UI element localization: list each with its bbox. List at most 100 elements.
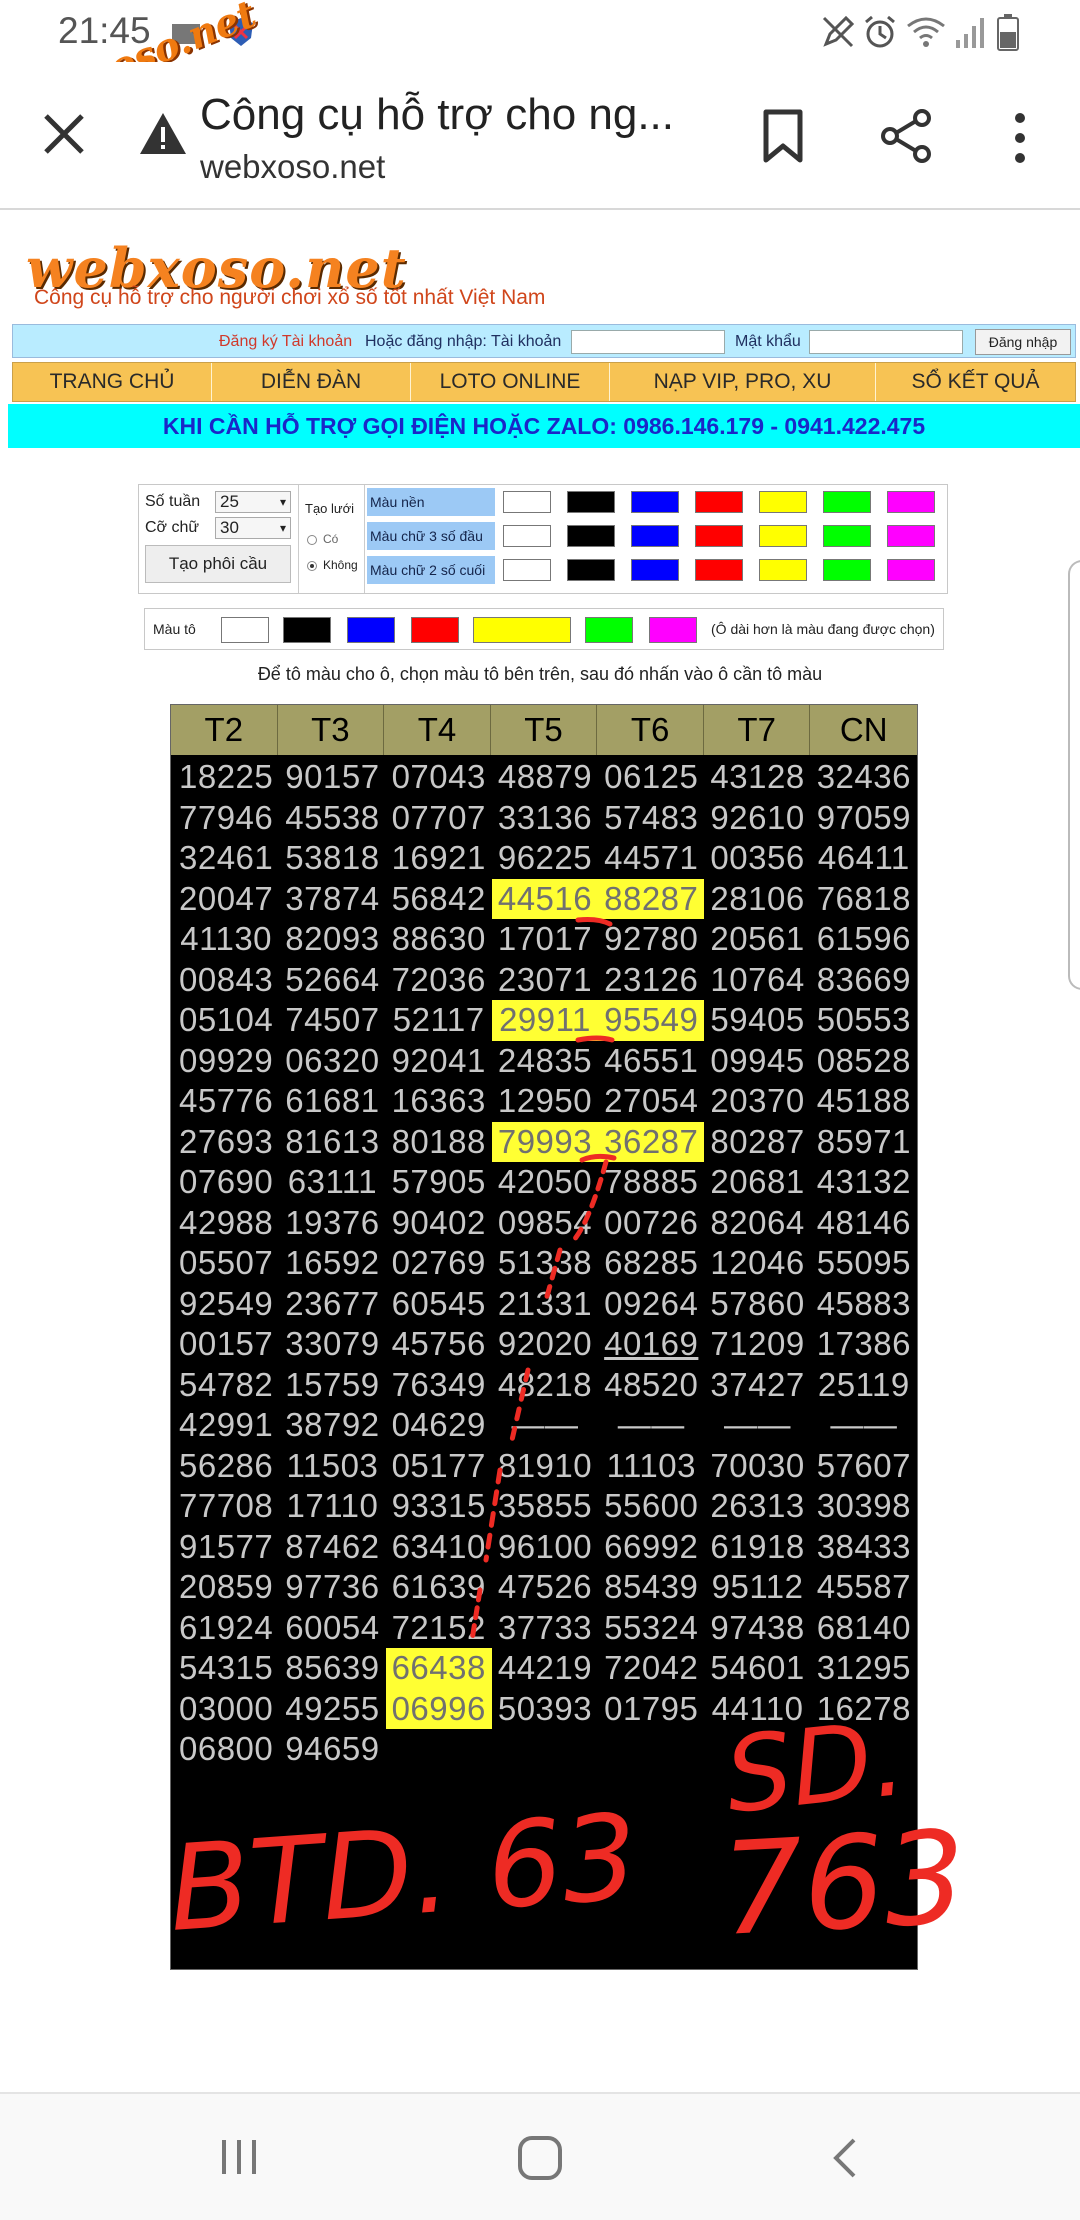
grid-cell[interactable]: 07043 [386,757,492,798]
grid-cell[interactable]: 61639 [386,1567,492,1608]
grid-cell[interactable]: 48146 [811,1203,917,1244]
grid-no-radio[interactable] [307,561,317,571]
grid-cell[interactable]: 23126 [598,960,704,1001]
grid-cell[interactable]: 37733 [492,1608,598,1649]
grid-cell[interactable]: 76818 [811,879,917,920]
grid-cell[interactable]: 72152 [386,1608,492,1649]
paint-green[interactable] [585,617,633,643]
grid-cell[interactable]: 11103 [598,1446,704,1487]
grid-cell[interactable]: 61681 [279,1081,385,1122]
grid-cell[interactable]: 36287 [598,1121,705,1162]
username-input[interactable] [571,330,725,354]
grid-cell[interactable]: 61918 [704,1527,810,1568]
grid-cell[interactable]: 16363 [386,1081,492,1122]
grid-cell[interactable]: 74507 [279,1000,385,1041]
grid-cell[interactable]: 55324 [598,1608,704,1649]
grid-cell[interactable]: 76349 [386,1365,492,1406]
grid-cell[interactable]: 44571 [598,838,704,879]
grid-cell[interactable]: 06800 [173,1729,279,1770]
grid-cell[interactable]: 92041 [386,1041,492,1082]
grid-cell[interactable]: 72042 [598,1648,704,1689]
grid-yes-radio[interactable] [307,535,317,545]
grid-cell[interactable]: 29911 [491,1000,599,1041]
grid-cell[interactable]: 45883 [811,1284,917,1325]
nav-topup[interactable]: NẠP VIP, PRO, XU [610,363,876,401]
grid-cell[interactable]: 37874 [279,879,385,920]
grid-cell[interactable]: 38792 [279,1405,385,1446]
grid-cell[interactable]: 88287 [598,878,705,919]
grid-cell[interactable]: 19376 [279,1203,385,1244]
grid-cell[interactable]: 52117 [386,1000,492,1041]
grid-cell[interactable]: 32461 [173,838,279,879]
grid-cell[interactable]: 12950 [492,1081,598,1122]
grid-cell[interactable]: 16592 [279,1243,385,1284]
grid-cell[interactable]: 07707 [386,798,492,839]
grid-cell[interactable]: 60054 [279,1608,385,1649]
grid-cell[interactable]: 57483 [598,798,704,839]
grid-cell[interactable]: 09929 [173,1041,279,1082]
grid-cell[interactable]: 06996 [385,1688,492,1729]
grid-cell[interactable]: 83669 [811,960,917,1001]
grid-cell[interactable]: 68285 [598,1243,704,1284]
grid-cell[interactable]: 32436 [811,757,917,798]
grid-cell[interactable]: 09264 [598,1284,704,1325]
grid-cell[interactable]: 43128 [704,757,810,798]
swatch-magenta[interactable] [887,525,935,547]
grid-cell[interactable]: 17017 [492,919,598,960]
grid-cell[interactable]: 07690 [173,1162,279,1203]
grid-cell[interactable]: 48520 [598,1365,704,1406]
grid-cell[interactable]: 11503 [279,1446,385,1487]
grid-cell[interactable]: 63410 [386,1527,492,1568]
grid-cell[interactable]: 59405 [704,1000,810,1041]
grid-cell[interactable]: 97059 [811,798,917,839]
password-input[interactable] [809,330,963,354]
grid-cell[interactable]: 20370 [704,1081,810,1122]
grid-cell[interactable]: 57905 [386,1162,492,1203]
grid-cell[interactable]: 92610 [704,798,810,839]
grid-cell[interactable]: 40169 [598,1324,704,1365]
grid-cell[interactable]: 72036 [386,960,492,1001]
grid-cell[interactable]: 20681 [704,1162,810,1203]
grid-cell[interactable]: 68140 [811,1608,917,1649]
grid-cell[interactable]: 91577 [173,1527,279,1568]
login-button[interactable]: Đăng nhập [975,329,1071,355]
grid-cell[interactable]: 55600 [598,1486,704,1527]
grid-cell[interactable]: 88630 [386,919,492,960]
home-icon[interactable] [516,2134,564,2187]
grid-cell[interactable]: 48879 [492,757,598,798]
grid-cell[interactable]: 63111 [279,1162,385,1203]
grid-cell[interactable]: 92780 [598,919,704,960]
grid-cell[interactable]: 06320 [279,1041,385,1082]
grid-cell[interactable]: 30398 [811,1486,917,1527]
grid-cell[interactable]: 56286 [173,1446,279,1487]
grid-cell[interactable]: 27693 [173,1122,279,1163]
grid-cell[interactable]: 16278 [811,1689,917,1730]
grid-cell[interactable]: 92020 [492,1324,598,1365]
grid-cell[interactable]: 38433 [811,1527,917,1568]
grid-cell[interactable]: 06125 [598,757,704,798]
swatch-yellow[interactable] [759,491,807,513]
paint-white[interactable] [221,617,269,643]
grid-cell[interactable]: 49255 [279,1689,385,1730]
grid-cell[interactable]: 92549 [173,1284,279,1325]
grid-cell[interactable]: 43132 [811,1162,917,1203]
grid-cell[interactable]: 46551 [598,1041,704,1082]
grid-cell[interactable]: 25119 [811,1365,917,1406]
grid-cell[interactable]: 31295 [811,1648,917,1689]
grid-cell[interactable]: 33079 [279,1324,385,1365]
grid-cell[interactable]: 85971 [811,1122,917,1163]
grid-cell[interactable]: 45776 [173,1081,279,1122]
swatch-magenta[interactable] [887,559,935,581]
paint-black[interactable] [283,617,331,643]
grid-cell[interactable]: 57607 [811,1446,917,1487]
grid-cell[interactable]: 27054 [598,1081,704,1122]
grid-cell[interactable]: 44516 [491,878,599,919]
grid-cell[interactable]: 96225 [492,838,598,879]
swatch-yellow[interactable] [759,525,807,547]
recent-apps-icon[interactable] [216,2134,262,2185]
paint-yellow-selected[interactable] [473,617,571,643]
grid-cell[interactable]: 82064 [704,1203,810,1244]
grid-cell[interactable]: 44110 [704,1689,810,1730]
grid-cell[interactable]: 95549 [598,1000,705,1041]
nav-loto-online[interactable]: LOTO ONLINE [411,363,610,401]
